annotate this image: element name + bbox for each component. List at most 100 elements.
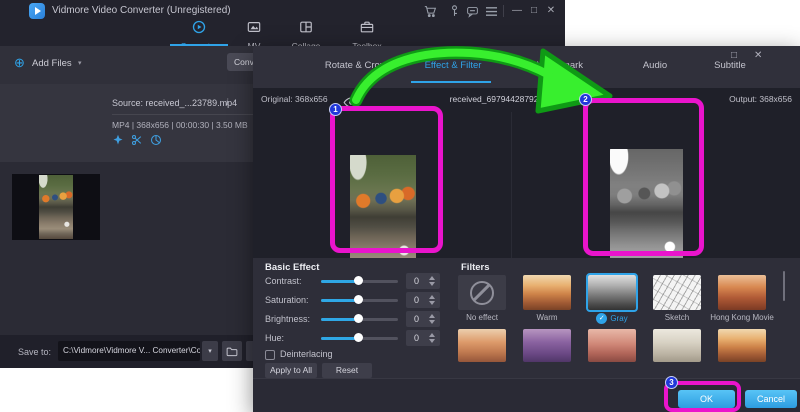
dialog-tab-subtitle[interactable]: Subtitle xyxy=(685,60,775,76)
saturation-spinner[interactable]: 0 xyxy=(406,292,440,308)
cancel-button[interactable]: Cancel xyxy=(745,390,797,408)
preview-filename: received_697944287923789.mp4 xyxy=(413,94,613,104)
convert-button-label: Conv xyxy=(234,53,254,71)
preview-area: Original: 368x656 received_6979442879237… xyxy=(253,88,800,258)
output-video-frame xyxy=(610,149,683,276)
contrast-row: Contrast: 0 xyxy=(253,273,453,289)
hue-value: 0 xyxy=(414,330,419,346)
save-path-field[interactable]: C:\Vidmore\Vidmore V... Converter\Conver… xyxy=(58,341,200,361)
effects-section: Basic Effect Contrast: 0 Saturation: 0 B… xyxy=(253,258,800,378)
check-badge-icon: ✓ xyxy=(596,313,607,324)
filter-label-text: Gray xyxy=(610,314,627,323)
reset-button[interactable]: Reset xyxy=(322,363,372,378)
no-effect-icon xyxy=(470,281,494,305)
dialog-tab-watermark[interactable]: Watermark xyxy=(515,60,605,76)
dialog-close-button[interactable]: ✕ xyxy=(754,50,762,61)
ok-button[interactable]: OK xyxy=(678,390,735,408)
add-files-label: Add Files xyxy=(32,58,72,69)
window-title: Vidmore Video Converter (Unregistered) xyxy=(52,0,231,22)
output-size-label: Output: 368x656 xyxy=(708,94,792,104)
cart-icon[interactable] xyxy=(424,5,437,18)
filters-title: Filters xyxy=(461,262,490,273)
spinner-up-icon[interactable] xyxy=(429,295,435,299)
filter-tile-gray[interactable] xyxy=(588,275,636,310)
menu-icon[interactable] xyxy=(485,6,498,17)
toolbox-icon xyxy=(360,20,374,39)
folder-icon xyxy=(226,346,238,357)
filter-tile-warm[interactable] xyxy=(523,275,571,310)
maximize-button[interactable]: □ xyxy=(526,0,542,22)
file-thumbnail xyxy=(39,175,73,239)
filter-label-text: Hong Kong Movie xyxy=(710,313,774,322)
hue-slider-thumb[interactable] xyxy=(354,333,363,342)
filters-scrollbar[interactable] xyxy=(783,271,785,301)
spinner-down-icon[interactable] xyxy=(429,301,435,305)
filter-tile-hong-kong-movie[interactable] xyxy=(718,275,766,310)
contrast-value: 0 xyxy=(414,273,419,289)
filter-label-text: Warm xyxy=(536,313,557,322)
save-path-dropdown[interactable]: ▾ xyxy=(202,341,218,361)
filter-tile[interactable] xyxy=(458,329,506,362)
saturation-label: Saturation: xyxy=(265,295,309,305)
brightness-label: Brightness: xyxy=(265,314,310,324)
feedback-icon[interactable] xyxy=(466,5,479,18)
collage-icon xyxy=(299,20,313,39)
spinner-up-icon[interactable] xyxy=(429,333,435,337)
saturation-slider-thumb[interactable] xyxy=(354,295,363,304)
file-thumbnail-well xyxy=(12,174,100,240)
hue-spinner[interactable]: 0 xyxy=(406,330,440,346)
open-folder-button[interactable] xyxy=(222,341,242,361)
titlebar-divider xyxy=(503,5,504,17)
hue-label: Hue: xyxy=(265,333,284,343)
brightness-value: 0 xyxy=(414,311,419,327)
apply-to-all-button[interactable]: Apply to All xyxy=(265,363,317,378)
brightness-row: Brightness: 0 xyxy=(253,311,453,327)
file-source-label: Source: received_...23789.mp4 xyxy=(112,98,237,108)
filter-tile-sketch[interactable] xyxy=(653,275,701,310)
filter-label-hong-kong-movie: Hong Kong Movie xyxy=(694,313,790,322)
filter-tile[interactable] xyxy=(718,329,766,362)
add-icon: ⊕ xyxy=(14,56,25,70)
filter-label-text: Sketch xyxy=(665,313,689,322)
titlebar: Vidmore Video Converter (Unregistered) —… xyxy=(0,0,565,46)
save-to-label: Save to: xyxy=(18,347,51,357)
converter-icon xyxy=(192,20,206,39)
hue-row: Hue: 0 xyxy=(253,330,453,346)
dialog-tab-effect-filter[interactable]: Effect & Filter xyxy=(405,60,501,76)
close-button[interactable]: ✕ xyxy=(543,0,559,22)
filter-tile[interactable] xyxy=(653,329,701,362)
info-icon[interactable]: i xyxy=(226,97,229,107)
brightness-slider-thumb[interactable] xyxy=(354,314,363,323)
mv-icon xyxy=(247,20,261,39)
filter-label-text: No effect xyxy=(466,313,498,322)
dialog-maximize-button[interactable]: □ xyxy=(731,50,737,61)
contrast-slider-thumb[interactable] xyxy=(354,276,363,285)
contrast-spinner[interactable]: 0 xyxy=(406,273,440,289)
filter-tile[interactable] xyxy=(588,329,636,362)
original-size-label: Original: 368x656 xyxy=(261,94,328,104)
cut-icon[interactable] xyxy=(131,133,143,151)
key-icon[interactable] xyxy=(448,4,461,18)
preview-divider xyxy=(511,112,512,276)
desktop: Vidmore Video Converter (Unregistered) —… xyxy=(0,0,800,412)
app-logo-icon xyxy=(29,3,45,19)
file-meta: MP4 | 368x656 | 00:00:30 | 3.50 MB xyxy=(112,120,248,130)
filter-tile-no-effect[interactable] xyxy=(458,275,506,310)
deinterlacing-checkbox[interactable] xyxy=(265,350,275,360)
eye-icon[interactable] xyxy=(343,95,360,113)
deinterlacing-label: Deinterlacing xyxy=(280,349,333,359)
dialog-active-tab-underline xyxy=(411,81,491,83)
spinner-down-icon[interactable] xyxy=(429,339,435,343)
minimize-button[interactable]: — xyxy=(509,0,525,22)
effect-icon[interactable] xyxy=(112,133,124,151)
saturation-row: Saturation: 0 xyxy=(253,292,453,308)
palette-icon[interactable] xyxy=(150,133,162,151)
contrast-label: Contrast: xyxy=(265,276,302,286)
basic-effect-title: Basic Effect xyxy=(265,262,319,273)
filter-tile[interactable] xyxy=(523,329,571,362)
spinner-down-icon[interactable] xyxy=(429,282,435,286)
dialog-tab-rotate-crop[interactable]: Rotate & Crop xyxy=(307,60,403,76)
dialog-footer: OK Cancel xyxy=(253,378,800,412)
add-files-dropdown-icon: ▾ xyxy=(78,59,82,67)
spinner-up-icon[interactable] xyxy=(429,276,435,280)
